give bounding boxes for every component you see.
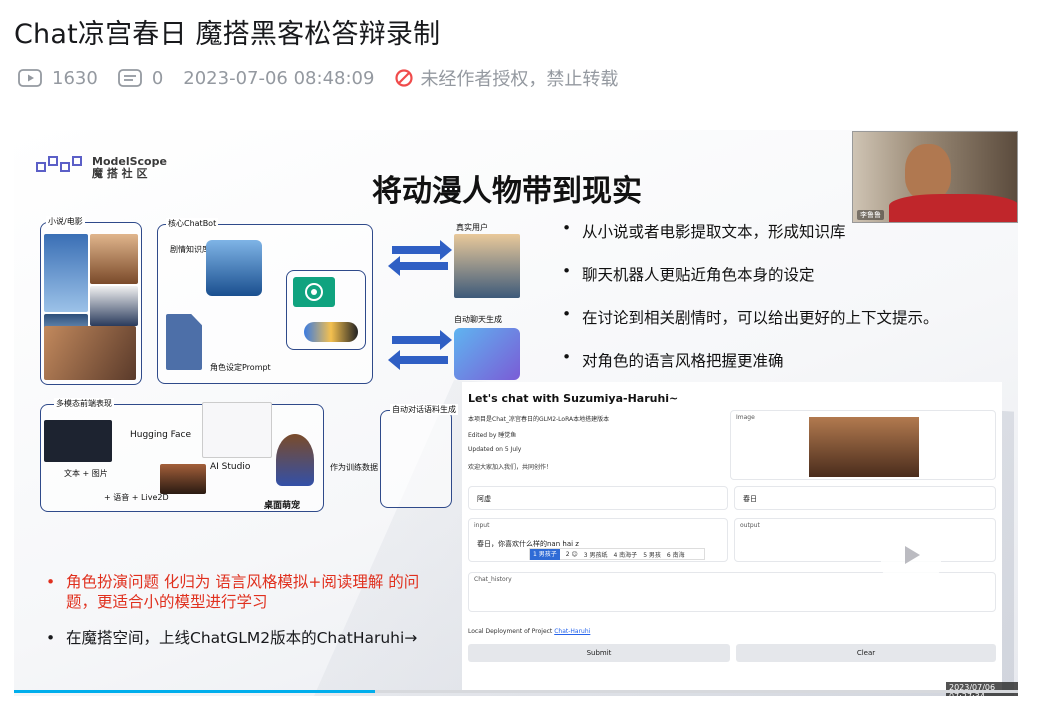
arrow-left-icon-2 bbox=[388, 350, 448, 370]
progress-fill bbox=[14, 690, 376, 693]
role-prompt-label: 角色设定Prompt bbox=[210, 363, 271, 372]
hugging-face-label: Hugging Face bbox=[130, 430, 192, 440]
slide-bullet-red: 角色扮演问题 化归为 语言风格模拟+阅读理解 的问题，更适合小的模型进行学习 bbox=[46, 572, 446, 612]
ime-candidate[interactable]: 3 男孩纸 bbox=[584, 550, 608, 559]
presenter-face bbox=[905, 144, 951, 200]
chatgpt-logo-icon bbox=[293, 277, 335, 307]
submit-button[interactable]: Submit bbox=[468, 644, 730, 662]
haruhi-portrait-image bbox=[809, 417, 919, 477]
database-icon bbox=[206, 240, 262, 296]
image-panel: Image bbox=[730, 410, 996, 480]
other-llm-logos-icon bbox=[304, 322, 358, 342]
view-count: 1630 bbox=[18, 68, 98, 89]
video-player[interactable]: ModelScope 魔 搭 社 区 将动漫人物带到现实 小说/电影 核心Cha… bbox=[14, 130, 1018, 696]
arrow-right-icon bbox=[392, 240, 452, 260]
novel-cover-image bbox=[44, 234, 88, 312]
name-field-value: 春日 bbox=[743, 495, 757, 503]
slide-bullet: 对角色的语言风格把握更准确 bbox=[562, 348, 982, 371]
ime-candidate[interactable]: 1 男孩子 bbox=[530, 548, 560, 560]
arrow-right-icon-2 bbox=[392, 330, 452, 350]
slide-title: 将动漫人物带到现实 bbox=[372, 174, 642, 209]
ime-candidate[interactable]: 6 南海 bbox=[667, 550, 685, 559]
ime-candidate-bar[interactable]: 1 男孩子 2 😊 3 男孩纸 4 南海子 5 男孩 6 南海 bbox=[529, 548, 705, 560]
forbidden-icon bbox=[395, 69, 414, 87]
output-field: output bbox=[734, 518, 996, 562]
logo-text-cn: 魔 搭 社 区 bbox=[92, 167, 148, 180]
gradio-desc: 欢迎大家加入我们，共同创作！ bbox=[468, 464, 553, 471]
local-deployment-text: Local Deployment of Project bbox=[468, 628, 553, 635]
slide-bullet: 聊天机器人更贴近角色本身的设定 bbox=[562, 262, 982, 285]
aistudio-label: AI Studio bbox=[210, 462, 251, 472]
auto-chat-label: 自动聊天生成 bbox=[454, 315, 502, 324]
webcam-overlay: 李鲁鲁 bbox=[852, 131, 1018, 223]
text-image-label: 文本 + 图片 bbox=[64, 469, 108, 478]
play-button-icon[interactable] bbox=[878, 520, 944, 580]
real-user-label: 真实用户 bbox=[456, 223, 488, 232]
cast-image bbox=[90, 286, 138, 326]
chat-app-icon bbox=[454, 328, 520, 380]
publish-date: 2023-07-06 08:48:09 bbox=[183, 67, 375, 89]
ime-candidate[interactable]: 4 南海子 bbox=[613, 550, 637, 559]
knowledge-base-label: 剧情知识库 bbox=[170, 245, 210, 254]
name-field[interactable]: 春日 bbox=[734, 486, 996, 510]
training-data-label: 作为训练数据 bbox=[330, 463, 378, 472]
ime-candidate[interactable]: 5 男孩 bbox=[643, 550, 661, 559]
copyright-text: 未经作者授权，禁止转载 bbox=[420, 69, 619, 90]
gradio-desc: 本项目是Chat_凉宫春日的GLM2-LoRA本地搭建版本 bbox=[468, 416, 610, 423]
video-title: Chat凉宫春日 魔搭黑客松答辩录制 bbox=[14, 19, 441, 50]
presenter-shirt bbox=[889, 194, 1017, 222]
comment-count-value: 0 bbox=[151, 67, 164, 89]
slide-bottom-bullets: 角色扮演问题 化归为 语言风格模拟+阅读理解 的问题，更适合小的模型进行学习 在… bbox=[46, 572, 446, 664]
modelscope-logo: ModelScope 魔 搭 社 区 bbox=[36, 156, 167, 180]
chat-haruhi-link[interactable]: Chat-Haruhi bbox=[554, 628, 590, 635]
hf-demo-image bbox=[44, 420, 112, 462]
gradio-desc: Updated on 5 July bbox=[468, 446, 522, 453]
presenter-name: 李鲁鲁 bbox=[857, 210, 884, 220]
role-field[interactable]: 阿虚 bbox=[468, 486, 728, 510]
output-label: output bbox=[740, 522, 760, 529]
desktop-pet-image bbox=[276, 434, 314, 486]
gradio-title: Let's chat with Suzumiya-Haruhi~ bbox=[468, 392, 679, 405]
video-meta: 1630 0 2023-07-06 08:48:09 未经作者授权，禁止转载 bbox=[18, 64, 638, 92]
comment-count: 0 bbox=[117, 67, 164, 89]
image-panel-label: Image bbox=[736, 414, 755, 421]
slide-bullet: 在讨论到相关剧情时，可以给出更好的上下文提示。 bbox=[562, 305, 982, 328]
clear-button[interactable]: Clear bbox=[736, 644, 996, 662]
copyright-notice: 未经作者授权，禁止转载 bbox=[394, 65, 618, 91]
slide-bullet-chatharuhi: 在魔搭空间，上线ChatGLM2版本的ChatHaruhi→ bbox=[46, 628, 446, 648]
voice-live2d-label: + 语音 + Live2D bbox=[104, 493, 169, 502]
desktop-pet-label: 桌面萌宠 bbox=[264, 501, 301, 511]
panel-novel-label: 小说/电影 bbox=[46, 216, 85, 227]
live2d-image bbox=[160, 464, 206, 494]
haruhi-image bbox=[90, 234, 138, 284]
scene-image bbox=[44, 326, 136, 380]
ime-candidate[interactable]: 2 😊 bbox=[566, 551, 578, 558]
auto-corpus-label: 自动对话语料生成 bbox=[390, 404, 458, 415]
panel-core-label: 核心ChatBot bbox=[166, 218, 219, 229]
chat-history-label: Chat_history bbox=[474, 576, 512, 583]
slide-bullet: 从小说或者电影提取文本，形成知识库 bbox=[562, 219, 982, 242]
characters-image bbox=[454, 234, 520, 298]
arrow-left-icon bbox=[388, 256, 448, 276]
slide-bullets: 从小说或者电影提取文本，形成知识库 聊天机器人更贴近角色本身的设定 在讨论到相关… bbox=[562, 219, 982, 392]
danmaku-icon bbox=[117, 69, 142, 87]
aistudio-screenshot bbox=[202, 402, 272, 458]
document-icon bbox=[166, 314, 202, 370]
local-deployment-line: Local Deployment of Project Chat-Haruhi bbox=[468, 628, 590, 635]
recording-timestamp: 2023/07/06 07:27:34 bbox=[946, 682, 1018, 696]
role-field-value: 阿虚 bbox=[477, 495, 491, 503]
view-count-value: 1630 bbox=[52, 67, 98, 89]
gradio-desc: Edited by 睡觉鱼 bbox=[468, 432, 517, 439]
panel-frontend-label: 多模态前端表现 bbox=[54, 398, 114, 409]
modelscope-mark-icon bbox=[36, 156, 84, 180]
panel-auto-corpus bbox=[380, 410, 452, 508]
input-label: input bbox=[474, 522, 490, 529]
play-count-icon bbox=[18, 69, 42, 87]
